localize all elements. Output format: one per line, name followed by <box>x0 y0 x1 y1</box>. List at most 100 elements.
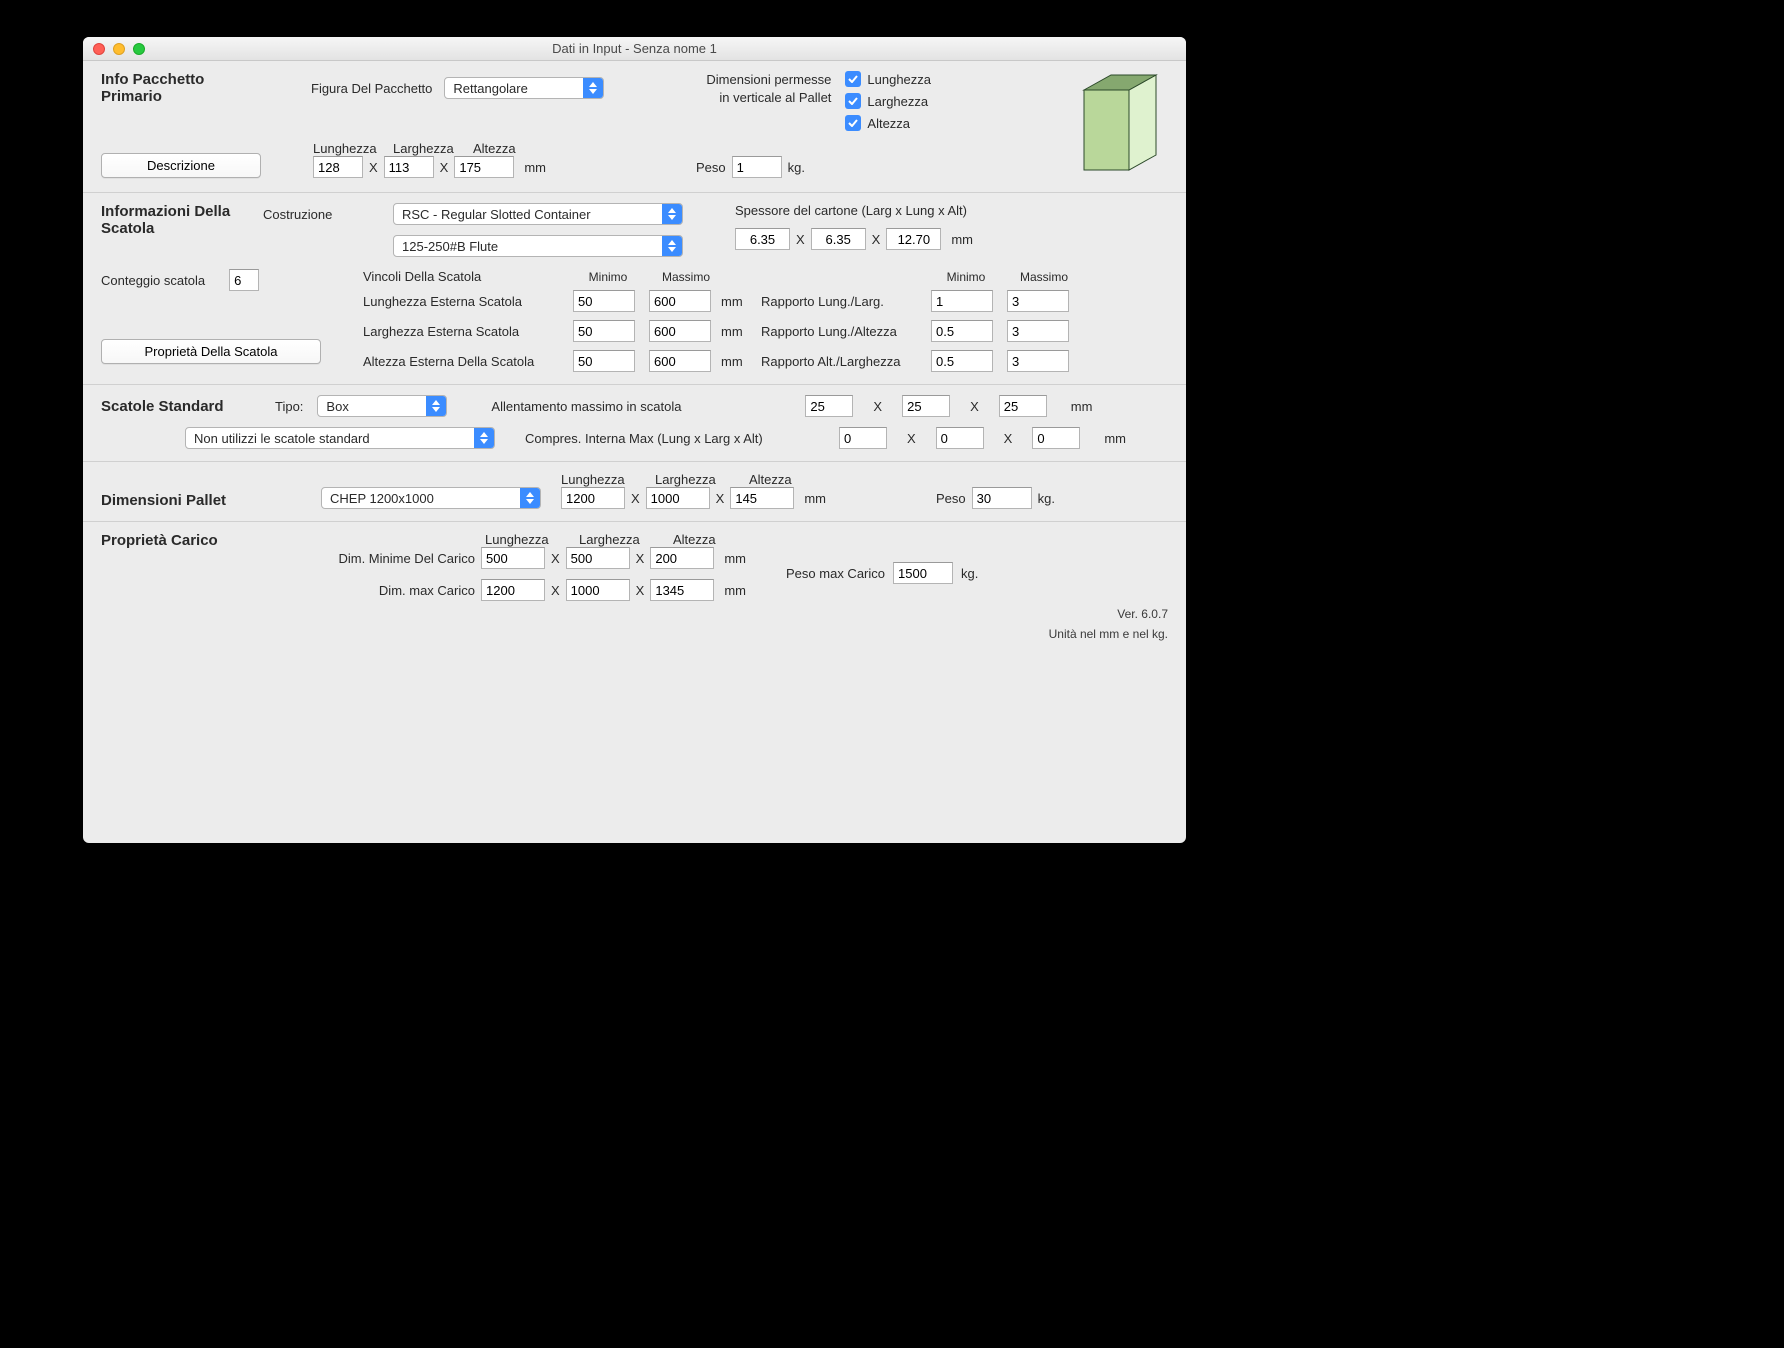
package-3d-preview <box>1072 67 1162 177</box>
ext-len-min-input[interactable] <box>573 290 635 312</box>
unit: mm <box>724 551 746 566</box>
package-info-title: Info Pacchetto Primario <box>101 71 241 105</box>
load-max-w-input[interactable] <box>566 579 630 601</box>
std-type-select[interactable]: Box <box>317 395 447 417</box>
allowed-dims-label-1: Dimensioni permesse <box>706 71 831 89</box>
x-sep: X <box>873 399 882 414</box>
check-lunghezza[interactable]: Lunghezza <box>845 71 931 87</box>
traffic-lights <box>83 43 145 55</box>
close-icon[interactable] <box>93 43 105 55</box>
pallet-l-input[interactable] <box>561 487 625 509</box>
unit: mm <box>804 491 826 506</box>
pkg-dim-unit: mm <box>524 160 546 175</box>
pkg-length-input[interactable] <box>313 156 363 178</box>
box-construction-select[interactable]: RSC - Regular Slotted Container <box>393 203 683 225</box>
col-max: Massimo <box>651 270 721 284</box>
ratio-al: Rapporto Alt./Larghezza <box>761 354 931 369</box>
ratio-la: Rapporto Lung./Altezza <box>761 324 931 339</box>
package-shape-value: Rettangolare <box>445 81 535 96</box>
load-min-w-input[interactable] <box>566 547 630 569</box>
pkg-weight-input[interactable] <box>732 156 782 178</box>
x-sep: X <box>551 551 560 566</box>
thk-unit: mm <box>951 232 973 247</box>
ratio-la-min-input[interactable] <box>931 320 993 342</box>
check-larghezza[interactable]: Larghezza <box>845 93 931 109</box>
allowed-dims-label-2: in verticale al Pallet <box>706 89 831 107</box>
load-max-h-input[interactable] <box>650 579 714 601</box>
box-thickness-label: Spessore del cartone (Larg x Lung x Alt) <box>735 203 973 218</box>
check-altezza[interactable]: Altezza <box>845 115 931 131</box>
ext-hgt-max-input[interactable] <box>649 350 711 372</box>
load-max-l-input[interactable] <box>481 579 545 601</box>
ext-wid-min-input[interactable] <box>573 320 635 342</box>
dims-hdr-height: Altezza <box>473 141 533 156</box>
content: Info Pacchetto Primario Figura Del Pacch… <box>83 61 1186 843</box>
pkg-width-input[interactable] <box>384 156 434 178</box>
minimize-icon[interactable] <box>113 43 125 55</box>
load-min-h-input[interactable] <box>650 547 714 569</box>
unit: mm <box>721 324 761 339</box>
pallet-weight-input[interactable] <box>972 487 1032 509</box>
slack-y-input[interactable] <box>902 395 950 417</box>
zoom-icon[interactable] <box>133 43 145 55</box>
box-flute-select[interactable]: 125-250#B Flute <box>393 235 683 257</box>
chevron-updown-icon <box>520 488 540 508</box>
pallet-h-input[interactable] <box>730 487 794 509</box>
box-count-input[interactable] <box>229 269 259 291</box>
pallet-select[interactable]: CHEP 1200x1000 <box>321 487 541 509</box>
slack-z-input[interactable] <box>999 395 1047 417</box>
box-construction-value: RSC - Regular Slotted Container <box>394 207 599 222</box>
std-use-select[interactable]: Non utilizzi le scatole standard <box>185 427 495 449</box>
pallet-weight-label: Peso <box>936 491 966 506</box>
unit: mm <box>1104 431 1126 446</box>
ext-wid-max-input[interactable] <box>649 320 711 342</box>
pallet-hdr-h: Altezza <box>749 472 819 487</box>
app-window: Dati in Input - Senza nome 1 Info Pacche… <box>83 37 1186 843</box>
ratio-al-min-input[interactable] <box>931 350 993 372</box>
ratio-al-max-input[interactable] <box>1007 350 1069 372</box>
comp-x-input[interactable] <box>839 427 887 449</box>
load-maxw-input[interactable] <box>893 562 953 584</box>
x-sep: X <box>970 399 979 414</box>
load-maxw-unit: kg. <box>961 566 978 581</box>
box-info-title: Informazioni Della Scatola <box>101 203 241 237</box>
x-sep: X <box>636 551 645 566</box>
thk-h-input[interactable] <box>886 228 941 250</box>
comp-y-input[interactable] <box>936 427 984 449</box>
ext-len-max-input[interactable] <box>649 290 711 312</box>
check-altezza-label: Altezza <box>867 116 910 131</box>
units-label: Unità nel mm e nel kg. <box>83 627 1168 641</box>
pallet-w-input[interactable] <box>646 487 710 509</box>
comp-z-input[interactable] <box>1032 427 1080 449</box>
x-sep: X <box>636 583 645 598</box>
box-constraints-title: Vincoli Della Scatola <box>363 269 573 284</box>
x-sep: X <box>716 491 725 506</box>
ratio-ll: Rapporto Lung./Larg. <box>761 294 931 309</box>
titlebar: Dati in Input - Senza nome 1 <box>83 37 1186 61</box>
pkg-weight-unit: kg. <box>788 160 805 175</box>
package-shape-select[interactable]: Rettangolare <box>444 77 604 99</box>
load-min-label: Dim. Minime Del Carico <box>321 551 481 566</box>
box-construction-label: Costruzione <box>263 207 393 222</box>
ext-hgt-min-input[interactable] <box>573 350 635 372</box>
ratio-ll-max-input[interactable] <box>1007 290 1069 312</box>
load-title: Proprietà Carico <box>101 532 301 549</box>
check-larghezza-label: Larghezza <box>867 94 928 109</box>
x-sep: X <box>872 232 881 247</box>
std-comp-label: Compres. Interna Max (Lung x Larg x Alt) <box>525 431 825 446</box>
ratio-ll-min-input[interactable] <box>931 290 993 312</box>
pkg-height-input[interactable] <box>454 156 514 178</box>
col-min: Minimo <box>931 270 1001 284</box>
thk-w-input[interactable] <box>735 228 790 250</box>
thk-l-input[interactable] <box>811 228 866 250</box>
descrizione-button[interactable]: Descrizione <box>101 153 261 178</box>
box-properties-button[interactable]: Proprietà Della Scatola <box>101 339 321 364</box>
load-hdr-w: Larghezza <box>579 532 653 547</box>
load-min-l-input[interactable] <box>481 547 545 569</box>
chevron-updown-icon <box>474 428 494 448</box>
ratio-la-max-input[interactable] <box>1007 320 1069 342</box>
row-ext-hgt: Altezza Esterna Della Scatola <box>363 354 573 369</box>
section-pallet: Dimensioni Pallet CHEP 1200x1000 Lunghez… <box>83 462 1186 522</box>
slack-x-input[interactable] <box>805 395 853 417</box>
pallet-value: CHEP 1200x1000 <box>322 491 442 506</box>
